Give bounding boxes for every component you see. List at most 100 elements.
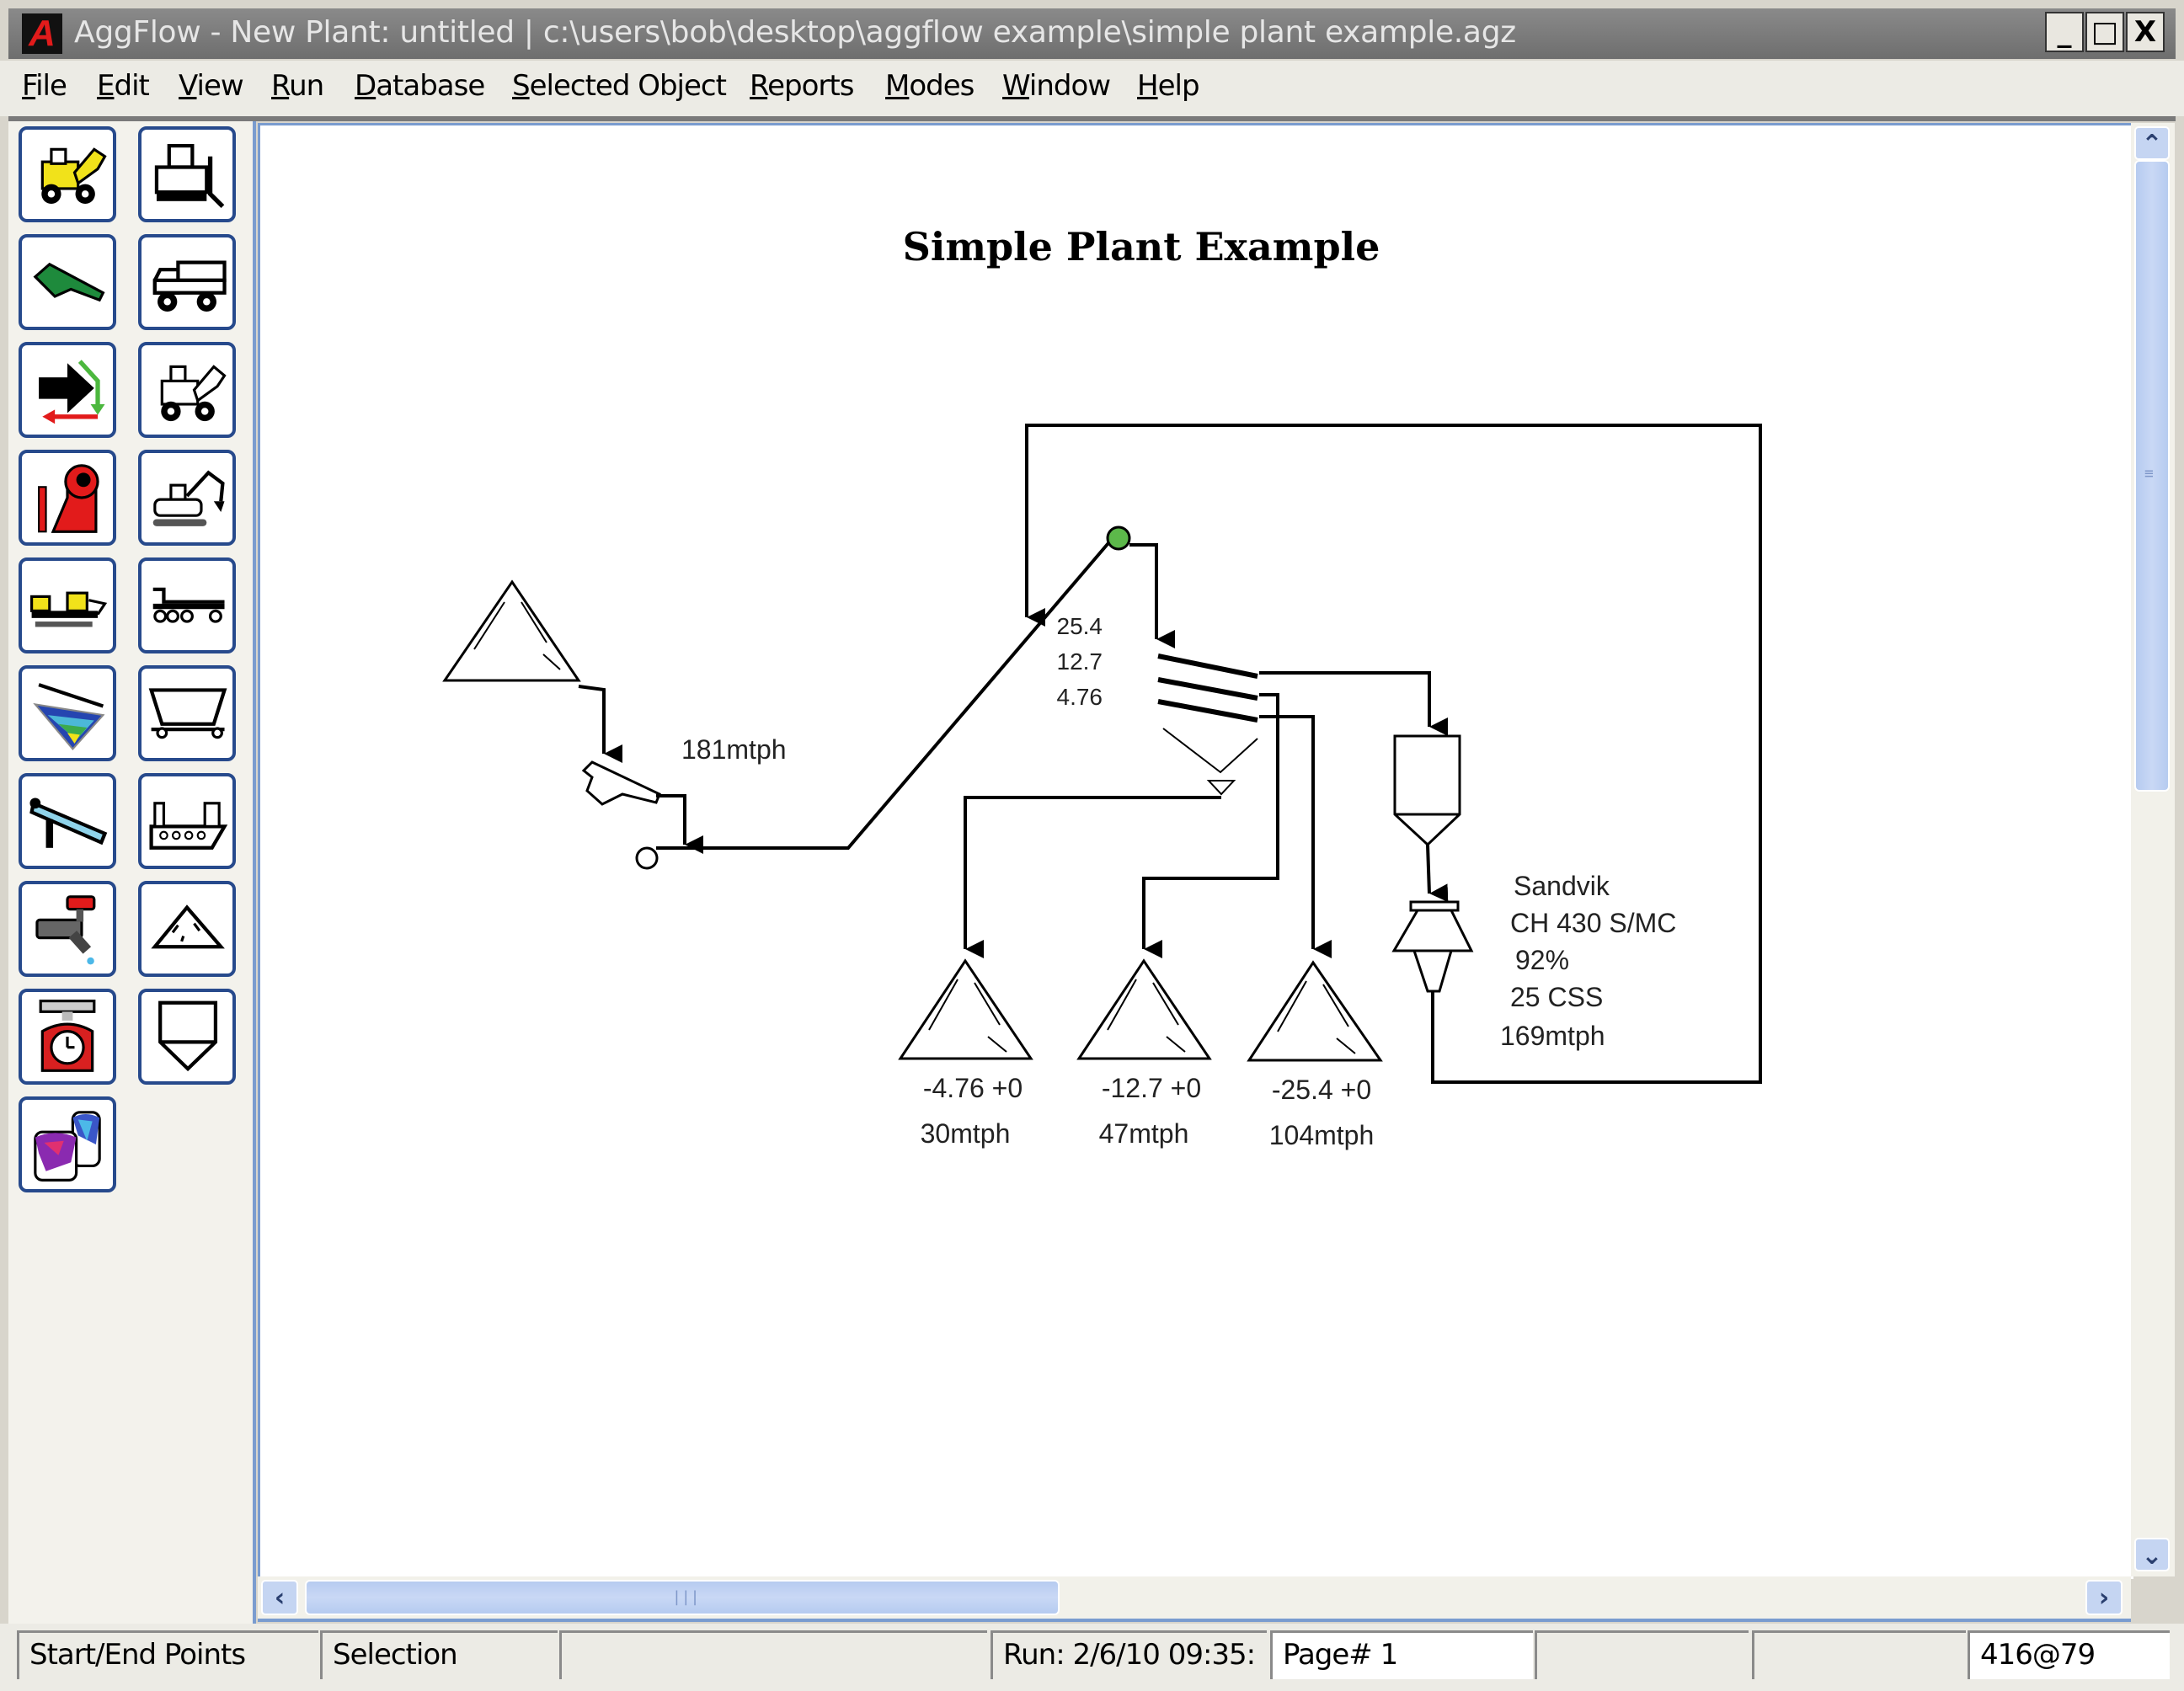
conveyor-head-node[interactable]	[1106, 525, 1131, 551]
crusher-css: 25 CSS	[1510, 982, 1603, 1012]
toolbar-button-loader-outline[interactable]	[138, 342, 236, 438]
main-conveyor[interactable]	[656, 536, 1114, 850]
menu-accel: D	[355, 69, 376, 103]
flow-line	[1259, 715, 1332, 958]
menu-label: dit	[114, 69, 149, 103]
menu-accel: M	[885, 69, 910, 103]
menu-database[interactable]: Database	[355, 69, 485, 103]
horizontal-scroll-thumb[interactable]: |||	[305, 1580, 1060, 1615]
stockpile-rate-label: 47mtph	[1099, 1118, 1189, 1149]
menu-help[interactable]: Help	[1137, 69, 1200, 103]
haul-truck-icon	[152, 260, 227, 312]
toolbar-button-paint-blend[interactable]	[19, 1096, 116, 1192]
conveyor-tail-node[interactable]	[635, 846, 659, 870]
toolbar-button-excavator[interactable]	[138, 450, 236, 546]
toolbar-button-wheel-loader[interactable]	[19, 126, 116, 222]
toolbar-button-scale[interactable]	[19, 989, 116, 1085]
menu-label: eports	[767, 69, 854, 103]
feeder[interactable]	[581, 760, 661, 806]
product-stockpile[interactable]	[898, 958, 1033, 1060]
menu-label: elp	[1157, 69, 1200, 103]
menu-label: atabase	[376, 69, 485, 103]
menu-file[interactable]: File	[22, 69, 67, 103]
stockpile-size-label: -4.76 +0	[923, 1073, 1023, 1103]
feed-rate-label: 181mtph	[681, 734, 787, 765]
toolbar-button-bin[interactable]	[138, 989, 236, 1085]
menu-label: iew	[196, 69, 244, 103]
toolbar-button-stockpile[interactable]	[138, 881, 236, 977]
excavator-icon	[152, 470, 225, 526]
grip-icon: |||	[672, 1588, 700, 1606]
conveyor-icon	[29, 797, 108, 848]
toolbar-button-feeder[interactable]	[19, 234, 116, 330]
toolbar-button-haul-truck[interactable]	[138, 234, 236, 330]
app-logo-icon: A	[22, 13, 62, 54]
menu-window[interactable]: Window	[1002, 69, 1111, 103]
wheel-loader-icon	[40, 147, 107, 204]
flow-line	[1142, 693, 1279, 958]
toolbar-button-barge[interactable]	[138, 773, 236, 869]
status-pane	[559, 1630, 987, 1679]
flow-line	[964, 796, 1221, 958]
flow-line	[656, 794, 703, 854]
title-bar: A AggFlow - New Plant: untitled | c:\use…	[8, 8, 2176, 59]
close-button[interactable]: X	[2126, 12, 2165, 52]
menu-accel: F	[22, 69, 36, 103]
status-pane	[1752, 1630, 1966, 1679]
feed-stockpile[interactable]	[442, 579, 581, 682]
scroll-right-button[interactable]: ›	[2085, 1580, 2123, 1615]
crusher-model: CH 430 S/MC	[1510, 908, 1676, 938]
menu-reports[interactable]: Reports	[750, 69, 854, 103]
screen[interactable]	[1157, 653, 1258, 796]
screen-deck-label: 4.76	[1057, 684, 1103, 710]
scroll-down-button[interactable]: ⌄	[2134, 1538, 2170, 1571]
flow-direction-icon	[39, 360, 105, 424]
menu-accel: R	[271, 69, 290, 103]
toolbar-button-water-valve[interactable]	[19, 881, 116, 977]
menu-modes[interactable]: Modes	[885, 69, 975, 103]
vertical-scrollbar[interactable]: ⌃ ≡ ⌄	[2131, 123, 2175, 1576]
toolbar-button-rail-car[interactable]	[138, 665, 236, 761]
menu-accel: E	[97, 69, 115, 103]
toolbar-button-crusher[interactable]	[19, 450, 116, 546]
toolbar-button-screen[interactable]	[19, 665, 116, 761]
barge-icon	[149, 802, 228, 850]
flow-line	[578, 685, 622, 763]
menu-edit[interactable]: Edit	[97, 69, 150, 103]
flow-line	[1129, 543, 1175, 648]
water-valve-icon	[35, 895, 96, 965]
toolbar-button-trailer[interactable]	[138, 557, 236, 653]
cone-crusher[interactable]	[1391, 900, 1474, 993]
menu-view[interactable]: View	[179, 69, 244, 103]
vertical-scroll-thumb[interactable]: ≡	[2134, 160, 2170, 792]
product-stockpile[interactable]	[1247, 960, 1383, 1062]
crusher-make: Sandvik	[1514, 871, 1610, 901]
stockpile-rate-label: 30mtph	[921, 1118, 1011, 1149]
toolbar-button-bulldozer[interactable]	[138, 126, 236, 222]
minimize-button[interactable]: _	[2045, 12, 2084, 52]
toolbar-button-portable-plant[interactable]	[19, 557, 116, 653]
scale-icon	[39, 1000, 96, 1072]
horizontal-scrollbar[interactable]: ‹ ||| ›	[258, 1576, 2131, 1622]
menu-selected-object[interactable]: Selected Object	[512, 69, 727, 103]
menu-accel: W	[1002, 69, 1030, 103]
feeder-icon	[33, 262, 105, 302]
screen-deck-label: 12.7	[1057, 648, 1103, 675]
paint-blend-icon	[34, 1111, 101, 1182]
equipment-toolbar	[8, 121, 256, 1625]
plant-diagram-canvas[interactable]: Simple Plant Example 181mtph 25.4 12.7 4…	[258, 123, 2133, 1579]
scroll-left-button[interactable]: ‹	[261, 1580, 298, 1615]
scroll-up-button[interactable]: ⌃	[2134, 126, 2170, 160]
product-stockpile[interactable]	[1076, 958, 1212, 1060]
surge-bin[interactable]	[1393, 734, 1461, 847]
stockpile-size-label: -12.7 +0	[1102, 1073, 1201, 1103]
crusher-efficiency: 92%	[1515, 945, 1569, 975]
menu-run[interactable]: Run	[271, 69, 324, 103]
maximize-button[interactable]: □	[2085, 12, 2124, 52]
menu-label: un	[289, 69, 324, 103]
status-pane	[1535, 1630, 1749, 1679]
crusher-rate: 169mtph	[1500, 1021, 1605, 1051]
menu-bar: File Edit View Run Database Selected Obj…	[0, 61, 2184, 116]
toolbar-button-conveyor[interactable]	[19, 773, 116, 869]
toolbar-button-flow-direction[interactable]	[19, 342, 116, 438]
